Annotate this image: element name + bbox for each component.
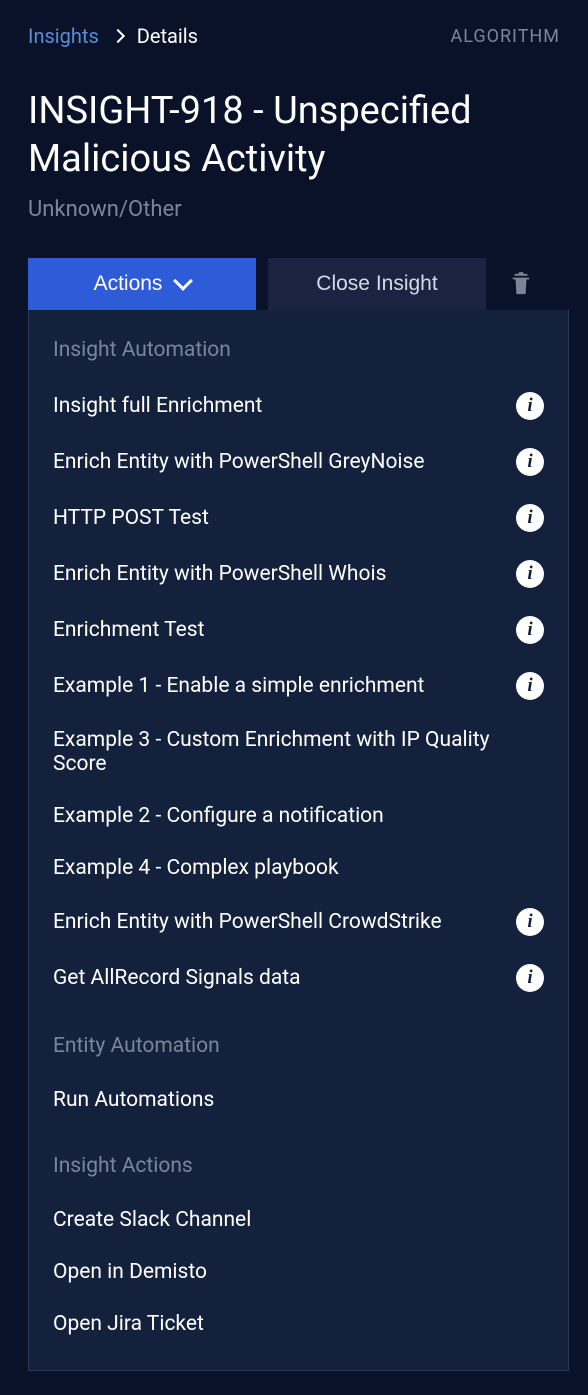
menu-item-label: Create Slack Channel: [53, 1208, 544, 1232]
action-row: Actions Close Insight: [28, 258, 560, 310]
info-icon[interactable]: i: [516, 616, 544, 644]
dropdown-section-header: Insight Automation: [29, 328, 568, 378]
page-title: INSIGHT-918 - Unspecified Malicious Acti…: [28, 88, 560, 183]
breadcrumb-insights-link[interactable]: Insights: [28, 24, 99, 48]
menu-item-label: Enrichment Test: [53, 618, 504, 642]
dropdown-menu-item[interactable]: Open Jira Ticket: [29, 1298, 568, 1350]
menu-item-label: Enrich Entity with PowerShell Whois: [53, 562, 504, 586]
actions-button-label: Actions: [94, 272, 163, 296]
menu-item-label: Open in Demisto: [53, 1260, 544, 1284]
info-icon[interactable]: i: [516, 504, 544, 532]
dropdown-menu-item[interactable]: HTTP POST Test i: [29, 490, 568, 546]
page-subtitle: Unknown/Other: [28, 197, 560, 222]
menu-item-label: Example 2 - Configure a notification: [53, 804, 544, 828]
info-icon[interactable]: i: [516, 448, 544, 476]
chevron-right-icon: [111, 29, 125, 43]
menu-item-label: Example 4 - Complex playbook: [53, 856, 544, 880]
breadcrumb-current: Details: [137, 24, 198, 48]
info-icon[interactable]: i: [516, 672, 544, 700]
menu-item-label: Example 3 - Custom Enrichment with IP Qu…: [53, 728, 544, 776]
actions-button[interactable]: Actions: [28, 258, 256, 310]
menu-item-label: Enrich Entity with PowerShell GreyNoise: [53, 450, 504, 474]
menu-item-label: Get AllRecord Signals data: [53, 966, 504, 990]
info-icon[interactable]: i: [516, 560, 544, 588]
close-insight-button[interactable]: Close Insight: [268, 258, 486, 310]
menu-item-label: HTTP POST Test: [53, 506, 504, 530]
dropdown-menu-item[interactable]: Enrich Entity with PowerShell Whois i: [29, 546, 568, 602]
dropdown-menu-item[interactable]: Insight full Enrichment i: [29, 378, 568, 434]
info-icon[interactable]: i: [516, 964, 544, 992]
dropdown-menu-item[interactable]: Example 1 - Enable a simple enrichment i: [29, 658, 568, 714]
dropdown-menu-item[interactable]: Create Slack Channel: [29, 1194, 568, 1246]
dropdown-menu-item[interactable]: Get AllRecord Signals data i: [29, 950, 568, 1006]
dropdown-menu-item[interactable]: Run Automations: [29, 1074, 568, 1126]
dropdown-menu-item[interactable]: Example 3 - Custom Enrichment with IP Qu…: [29, 714, 568, 790]
delete-button[interactable]: [498, 258, 544, 310]
trash-icon: [510, 271, 532, 297]
dropdown-menu-item[interactable]: Enrichment Test i: [29, 602, 568, 658]
dropdown-section-header: Entity Automation: [29, 1024, 568, 1074]
dropdown-section-header: Insight Actions: [29, 1144, 568, 1194]
menu-item-label: Run Automations: [53, 1088, 544, 1112]
actions-dropdown-panel: Insight AutomationInsight full Enrichmen…: [28, 310, 569, 1371]
algorithm-label: ALGORITHM: [450, 26, 560, 47]
menu-item-label: Example 1 - Enable a simple enrichment: [53, 674, 504, 698]
dropdown-menu-item[interactable]: Enrich Entity with PowerShell GreyNoise i: [29, 434, 568, 490]
menu-item-label: Enrich Entity with PowerShell CrowdStrik…: [53, 910, 504, 934]
info-icon[interactable]: i: [516, 392, 544, 420]
chevron-down-icon: [174, 271, 194, 291]
dropdown-menu-item[interactable]: Example 2 - Configure a notification: [29, 790, 568, 842]
dropdown-menu-item[interactable]: Open in Demisto: [29, 1246, 568, 1298]
info-icon[interactable]: i: [516, 908, 544, 936]
menu-item-label: Insight full Enrichment: [53, 394, 504, 418]
menu-item-label: Open Jira Ticket: [53, 1312, 544, 1336]
breadcrumb: Insights Details: [28, 24, 198, 48]
dropdown-menu-item[interactable]: Enrich Entity with PowerShell CrowdStrik…: [29, 894, 568, 950]
header-row: Insights Details ALGORITHM: [28, 24, 560, 48]
dropdown-menu-item[interactable]: Example 4 - Complex playbook: [29, 842, 568, 894]
